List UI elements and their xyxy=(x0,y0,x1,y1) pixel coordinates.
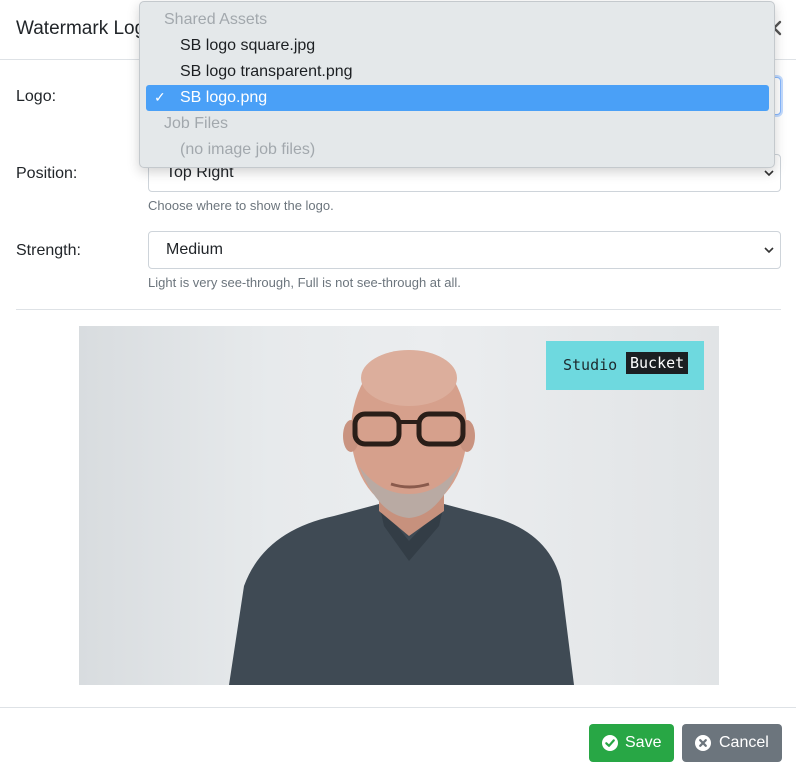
dropdown-option[interactable]: SB logo square.jpg xyxy=(146,33,769,59)
position-label: Position: xyxy=(16,165,78,182)
save-label: Save xyxy=(625,734,662,751)
divider xyxy=(16,309,781,310)
cancel-label: Cancel xyxy=(719,734,769,751)
watermark-studio-text: Studio xyxy=(563,356,618,374)
watermark-logo: Studio Bucket xyxy=(546,341,704,390)
cancel-button[interactable]: Cancel xyxy=(682,724,782,762)
footer-divider xyxy=(0,707,796,708)
dropdown-option-label: SB logo square.jpg xyxy=(180,37,316,54)
dropdown-option-label: SB logo transparent.png xyxy=(180,63,353,80)
dropdown-group-shared-assets: Shared Assets xyxy=(164,11,268,28)
logo-dropdown: Shared Assets SB logo square.jpg SB logo… xyxy=(139,1,775,168)
dropdown-option[interactable]: SB logo transparent.png xyxy=(146,59,769,85)
check-circle-icon xyxy=(602,735,618,751)
dropdown-option-label: SB logo.png xyxy=(180,89,268,106)
checkmark-icon: ✓ xyxy=(154,89,166,105)
watermark-bucket-text: Bucket xyxy=(626,352,689,374)
strength-value: Medium xyxy=(166,241,223,258)
chevron-down-icon xyxy=(764,170,774,177)
modal-title: Watermark Logo xyxy=(16,18,156,39)
dropdown-option-disabled: (no image job files) xyxy=(180,141,316,158)
dropdown-group-job-files: Job Files xyxy=(164,115,229,132)
dropdown-option-selected[interactable]: ✓ SB logo.png xyxy=(146,85,769,111)
strength-help: Light is very see-through, Full is not s… xyxy=(148,275,461,290)
logo-label: Logo: xyxy=(16,88,57,105)
strength-label: Strength: xyxy=(16,242,81,259)
save-button[interactable]: Save xyxy=(589,724,674,762)
x-circle-icon xyxy=(695,735,711,751)
preview-image: Studio Bucket xyxy=(79,326,719,685)
chevron-down-icon xyxy=(764,247,774,254)
position-help: Choose where to show the logo. xyxy=(148,198,334,213)
strength-select[interactable]: Medium xyxy=(148,231,781,269)
